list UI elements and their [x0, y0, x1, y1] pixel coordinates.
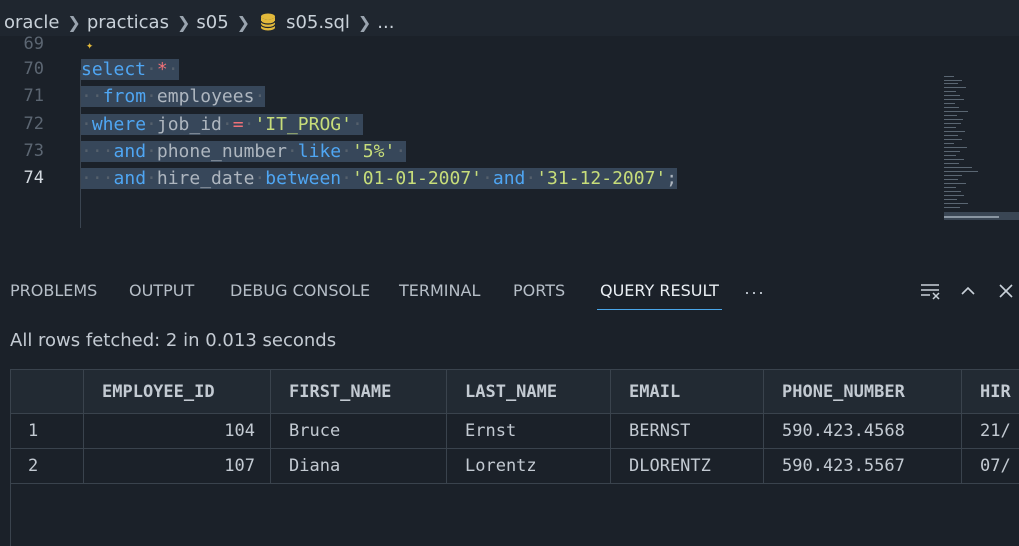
- breadcrumb-item-oracle[interactable]: oracle: [4, 12, 59, 33]
- tab-debug-console[interactable]: DEBUG CONSOLE: [230, 268, 370, 314]
- column-header-index: [11, 370, 83, 414]
- code-line: 73 ···and·phone_number·like·'5%'·: [0, 138, 940, 165]
- tab-problems[interactable]: PROBLEMS: [10, 268, 97, 314]
- cell-phone-number: 590.423.4568: [782, 421, 905, 441]
- line-number: 71: [23, 86, 44, 106]
- code-line: 74 ···and·hire_date·between·'01-01-2007'…: [0, 165, 940, 192]
- close-icon[interactable]: [996, 282, 1018, 300]
- code-line: 72 ·where·job_id·=·'IT_PROG'·: [0, 111, 940, 138]
- breadcrumb-item-s05[interactable]: s05: [196, 12, 228, 33]
- cell-email: BERNST: [629, 421, 691, 441]
- cell-email: DLORENTZ: [629, 456, 711, 476]
- column-header-phone-number[interactable]: PHONE_NUMBER: [782, 370, 905, 414]
- column-header-email[interactable]: EMAIL: [629, 370, 680, 414]
- code-line: 71 ··from·employees·: [0, 83, 940, 110]
- grid-header: EMPLOYEE_ID FIRST_NAME LAST_NAME EMAIL P…: [11, 370, 1019, 414]
- tab-output[interactable]: OUTPUT: [129, 268, 194, 314]
- code-text: select·*·: [81, 59, 179, 80]
- row-index: 1: [28, 421, 39, 441]
- clear-results-icon[interactable]: [920, 282, 942, 300]
- cell-employee-id: 104: [224, 421, 255, 441]
- results-grid[interactable]: EMPLOYEE_ID FIRST_NAME LAST_NAME EMAIL P…: [10, 369, 1019, 546]
- database-icon: [260, 13, 276, 31]
- panel-tabs: PROBLEMS OUTPUT DEBUG CONSOLE TERMINAL P…: [0, 268, 1019, 314]
- table-row[interactable]: 2 107 Diana Lorentz DLORENTZ 590.423.556…: [11, 449, 1019, 484]
- row-index: 2: [28, 456, 39, 476]
- chevron-right-icon: ❯: [357, 12, 372, 32]
- more-icon[interactable]: ···: [744, 282, 765, 303]
- breadcrumb-item-file[interactable]: s05.sql: [286, 12, 350, 33]
- cell-last-name: Lorentz: [465, 456, 537, 476]
- sparkle-icon[interactable]: ✦: [86, 38, 93, 52]
- code-line: 70 select·*·: [0, 56, 940, 83]
- indent-guide: [80, 70, 81, 228]
- breadcrumb-item-more[interactable]: ...: [377, 12, 394, 33]
- line-number: 73: [23, 141, 44, 161]
- code-text: ·where·job_id·=·'IT_PROG'·: [81, 114, 363, 135]
- code-editor[interactable]: 69 ✦ 70 select·*· 71 ··from·employees· 7…: [0, 34, 1019, 268]
- cell-first-name: Diana: [289, 456, 341, 476]
- cell-hire-date: 07/: [980, 456, 1011, 476]
- column-divider[interactable]: [83, 370, 84, 484]
- code-text: ···and·phone_number·like·'5%'·: [81, 141, 407, 162]
- bottom-panel: PROBLEMS OUTPUT DEBUG CONSOLE TERMINAL P…: [0, 268, 1019, 546]
- column-divider[interactable]: [763, 370, 764, 484]
- line-number: 70: [23, 59, 44, 79]
- column-header-hire-date[interactable]: HIR: [980, 370, 1011, 414]
- code-line: 69: [0, 31, 940, 58]
- chevron-right-icon: ❯: [67, 12, 81, 32]
- column-header-last-name[interactable]: LAST_NAME: [465, 370, 557, 414]
- column-divider[interactable]: [610, 370, 611, 484]
- column-divider[interactable]: [270, 370, 271, 484]
- line-number: 74: [23, 168, 44, 188]
- line-number: 72: [23, 114, 44, 134]
- code-text: ···and·hire_date·between·'01-01-2007'·an…: [81, 168, 678, 189]
- tab-ports[interactable]: PORTS: [513, 268, 565, 314]
- cell-hire-date: 21/: [980, 421, 1011, 441]
- column-header-first-name[interactable]: FIRST_NAME: [289, 370, 391, 414]
- table-row[interactable]: 1 104 Bruce Ernst BERNST 590.423.4568 21…: [11, 414, 1019, 449]
- code-text: ··from·employees·: [81, 86, 266, 107]
- column-divider[interactable]: [446, 370, 447, 484]
- cell-last-name: Ernst: [465, 421, 517, 441]
- minimap[interactable]: [944, 72, 1019, 232]
- tab-terminal[interactable]: TERMINAL: [399, 268, 480, 314]
- column-header-employee-id[interactable]: EMPLOYEE_ID: [102, 370, 215, 414]
- chevron-right-icon: ❯: [176, 12, 191, 32]
- cell-phone-number: 590.423.5567: [782, 456, 905, 476]
- tab-query-result[interactable]: QUERY RESULT: [597, 268, 722, 314]
- line-number: 69: [23, 34, 44, 54]
- breadcrumb-item-practicas[interactable]: practicas: [87, 12, 169, 33]
- chevron-up-icon[interactable]: [958, 282, 980, 300]
- cell-first-name: Bruce: [289, 421, 341, 441]
- column-divider[interactable]: [961, 370, 962, 484]
- query-status: All rows fetched: 2 in 0.013 seconds: [10, 330, 337, 351]
- chevron-right-icon: ❯: [236, 12, 251, 32]
- cell-employee-id: 107: [224, 456, 255, 476]
